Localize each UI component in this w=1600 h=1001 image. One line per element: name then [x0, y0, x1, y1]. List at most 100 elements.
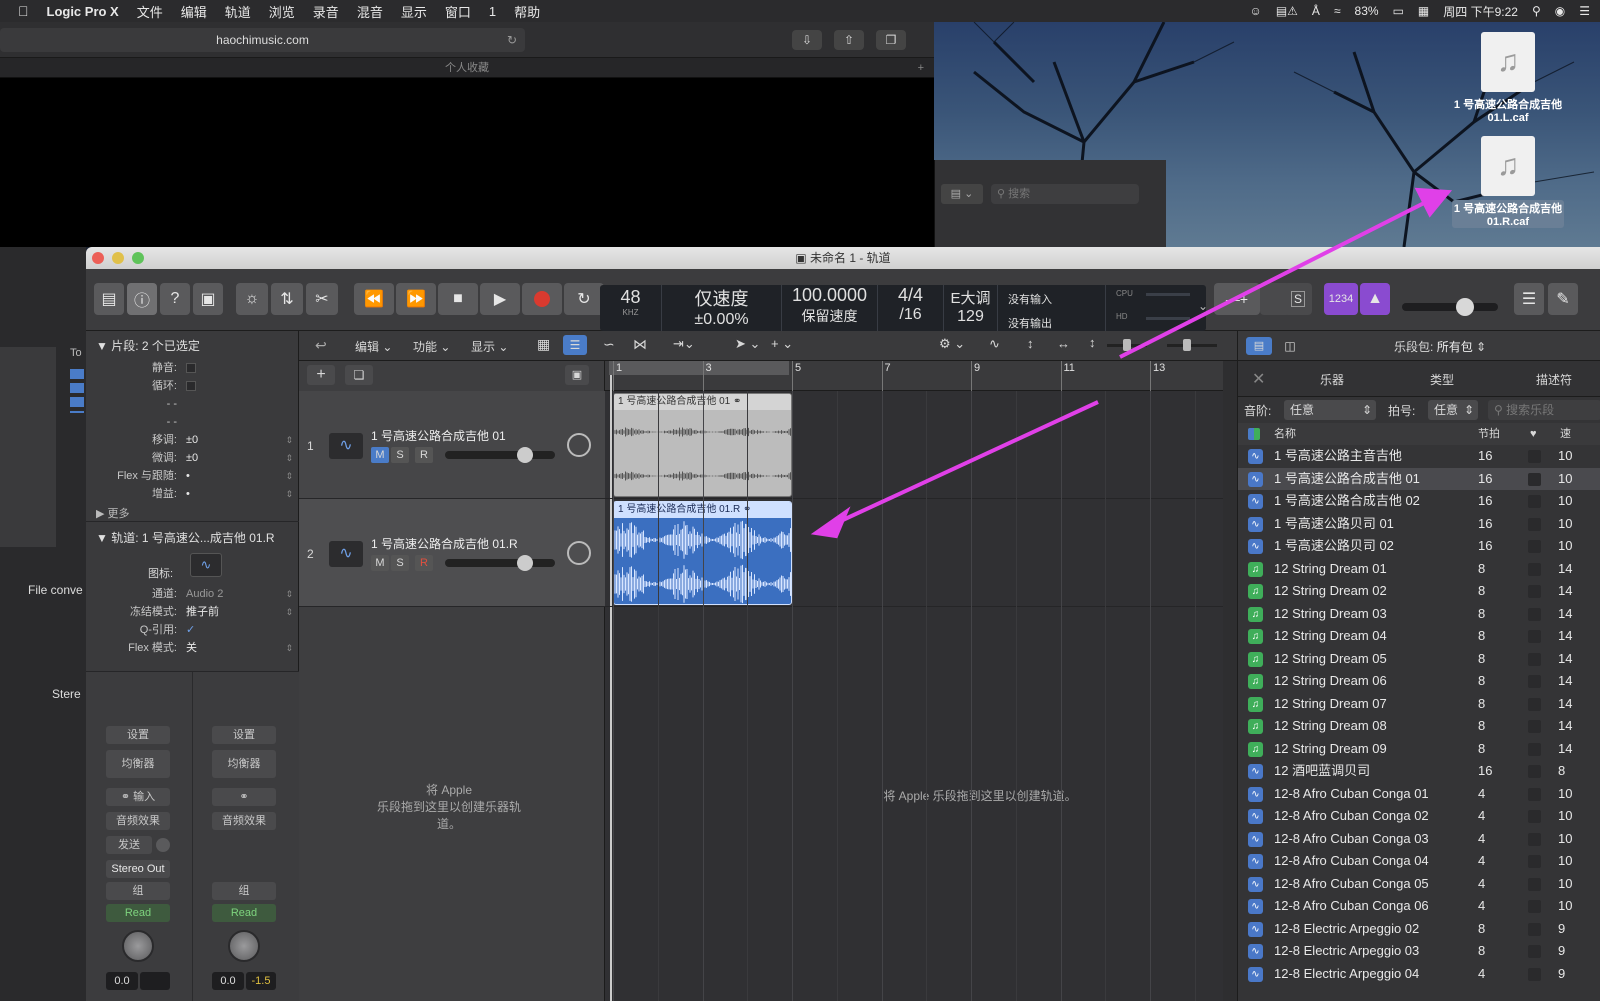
strip2-link[interactable]: ⚭	[212, 788, 276, 806]
region-param-row[interactable]: 循环:	[86, 377, 299, 395]
favorite-checkbox[interactable]	[1528, 517, 1541, 531]
track-param-row[interactable]: 冻结模式: 推子前 ⇕	[86, 603, 299, 621]
loops-search[interactable]: ⚲ 搜索乐段	[1488, 400, 1600, 420]
record-button[interactable]	[522, 283, 562, 315]
favorites-tab[interactable]: 个人收藏 +	[0, 58, 934, 78]
loop-row[interactable]: ∿ 12-8 Afro Cuban Conga 06 4 10	[1238, 895, 1600, 918]
mute-button[interactable]: M	[371, 555, 389, 571]
loop-row[interactable]: ♫ 12 String Dream 01 8 14	[1238, 558, 1600, 581]
loop-row[interactable]: ♫ 12 String Dream 08 8 14	[1238, 715, 1600, 738]
strip2-group[interactable]: 组	[212, 882, 276, 900]
list-view-icon[interactable]: ☰	[563, 335, 587, 355]
finder-view-button[interactable]: ▤ ⌄	[941, 184, 983, 204]
vertical-zoom-slider[interactable]: ↕	[1089, 335, 1096, 350]
track-header[interactable]: ▼ 轨道: 1 号高速公...成吉他 01.R	[96, 529, 275, 546]
region-param-row[interactable]: - -	[86, 413, 299, 431]
favorite-checkbox[interactable]	[1528, 945, 1541, 958]
track-pan-knob[interactable]	[567, 433, 591, 457]
menu-view[interactable]: 显示	[401, 2, 427, 21]
play-button[interactable]: ▶	[480, 283, 520, 315]
wifi-icon[interactable]: ≈	[1334, 4, 1341, 18]
region-param-row[interactable]: - -	[86, 395, 299, 413]
loop-row[interactable]: ∿ 12 酒吧蓝调贝司 16 8	[1238, 760, 1600, 783]
strip1-output[interactable]: Stereo Out	[106, 860, 170, 878]
strip1-eq[interactable]: 均衡器	[106, 750, 170, 778]
count-in-button[interactable]: 1234	[1324, 283, 1358, 315]
region-param-row[interactable]: Flex 与跟随: • ⇕	[86, 467, 299, 485]
close-button[interactable]	[92, 252, 104, 264]
loop-row[interactable]: ∿ 12-8 Afro Cuban Conga 02 4 10	[1238, 805, 1600, 828]
favorite-checkbox[interactable]	[1528, 495, 1541, 508]
status-app-icon[interactable]: ☺	[1250, 4, 1262, 18]
flex-icon[interactable]: ⋈	[633, 336, 647, 353]
vertical-zoom-icon[interactable]: ↕	[1027, 336, 1034, 351]
favorite-checkbox[interactable]	[1528, 562, 1541, 576]
send-knob[interactable]	[156, 838, 170, 852]
loop-row[interactable]: ♫ 12 String Dream 09 8 14	[1238, 738, 1600, 761]
color-column-icon[interactable]	[1248, 428, 1260, 440]
lcd-display[interactable]: 48 KHZ 仅速度 ±0.00% 100.0000 保留速度 4/4 /16 …	[600, 285, 1208, 331]
track-volume-slider[interactable]	[445, 559, 555, 567]
stepper-icon[interactable]: ⇕	[285, 485, 293, 503]
loop-row[interactable]: ∿ 1 号高速公路合成吉他 02 16 10	[1238, 490, 1600, 513]
editors-button[interactable]: ✂	[306, 283, 338, 315]
bluetooth-icon[interactable]: Å	[1312, 4, 1320, 18]
favorite-checkbox[interactable]	[1528, 900, 1541, 913]
reload-icon[interactable]: ↻	[507, 28, 517, 52]
loop-row[interactable]: ∿ 1 号高速公路贝司 01 16 10	[1238, 513, 1600, 536]
loop-row[interactable]: ∿ 12-8 Afro Cuban Conga 05 4 10	[1238, 873, 1600, 896]
duplicate-track-button[interactable]: ❏	[345, 365, 373, 385]
strip1-fx[interactable]: 音频效果	[106, 812, 170, 830]
loop-row[interactable]: ∿ 12-8 Electric Arpeggio 02 8 9	[1238, 918, 1600, 941]
record-enable-button[interactable]: R	[415, 555, 433, 571]
desktop-file-R[interactable]: ♫ 1 号高速公路合成吉他 01.R.caf	[1452, 136, 1564, 228]
favorite-checkbox[interactable]	[1528, 540, 1541, 553]
spotlight-icon[interactable]: ⚲	[1532, 4, 1541, 18]
strip1-send[interactable]: 发送	[106, 836, 152, 854]
stepper-icon[interactable]: ⇕	[285, 449, 293, 467]
favorite-checkbox[interactable]	[1528, 652, 1541, 666]
tab-instrument[interactable]: 乐器	[1320, 371, 1344, 388]
back-icon[interactable]: ↩	[315, 337, 327, 354]
menu-mix[interactable]: 混音	[357, 2, 383, 21]
favorite-checkbox[interactable]	[1528, 607, 1541, 621]
menu-track[interactable]: 轨道	[225, 2, 251, 21]
favorite-column-header[interactable]: ♥	[1530, 423, 1537, 445]
strip1-volume[interactable]: 0.0	[106, 972, 138, 990]
add-track-button[interactable]: +	[307, 365, 335, 385]
master-volume-knob[interactable]	[1456, 298, 1474, 316]
view-menu[interactable]: 显示 ⌄	[471, 338, 508, 355]
battery-icon[interactable]: ▭	[1393, 4, 1404, 18]
catch-icon[interactable]: ⇥⌄	[673, 336, 695, 352]
strip1-settings[interactable]: 设置	[106, 726, 170, 744]
tab-descriptors[interactable]: 描述符	[1536, 371, 1572, 388]
siri-icon[interactable]: ◉	[1555, 4, 1565, 18]
pointer-tool[interactable]: ➤ ⌄	[735, 336, 760, 352]
loop-row[interactable]: ∿ 12-8 Electric Arpeggio 04 4 9	[1238, 963, 1600, 986]
strip1-pan-knob[interactable]	[122, 930, 154, 962]
clock[interactable]: 周四 下午9:22	[1443, 3, 1518, 20]
forward-button[interactable]: ⏩	[396, 283, 436, 315]
stepper-icon[interactable]: ⇕	[285, 467, 293, 485]
track-volume-slider[interactable]	[445, 451, 555, 459]
finder-search[interactable]: ⚲ 搜索	[991, 184, 1139, 204]
strip2-automation[interactable]: Read	[212, 904, 276, 922]
rewind-button[interactable]: ⏪	[354, 283, 394, 315]
notepad-button[interactable]: ✎	[1548, 283, 1578, 315]
scale-select[interactable]: 任意 ⇕	[1284, 400, 1376, 420]
cycle-button[interactable]: ↻	[564, 283, 604, 315]
param-value[interactable]: ✓	[186, 621, 195, 639]
favorite-checkbox[interactable]	[1528, 922, 1541, 936]
menu-file[interactable]: 文件	[137, 2, 163, 21]
menu-edit[interactable]: 编辑	[181, 2, 207, 21]
param-value[interactable]: ±0	[186, 431, 198, 449]
zoom-slider-knob[interactable]	[1123, 339, 1131, 351]
share-icon[interactable]: ⇧	[834, 30, 864, 50]
menu-help[interactable]: 帮助	[514, 2, 540, 21]
strip2-fx[interactable]: 音频效果	[212, 812, 276, 830]
strip2-pan-knob[interactable]	[228, 930, 260, 962]
menu-app-name[interactable]: Logic Pro X	[47, 4, 119, 19]
snap-settings-icon[interactable]: ⚙ ⌄	[939, 336, 965, 352]
checkbox[interactable]	[186, 381, 196, 391]
edit-menu[interactable]: 编辑 ⌄	[355, 338, 392, 355]
